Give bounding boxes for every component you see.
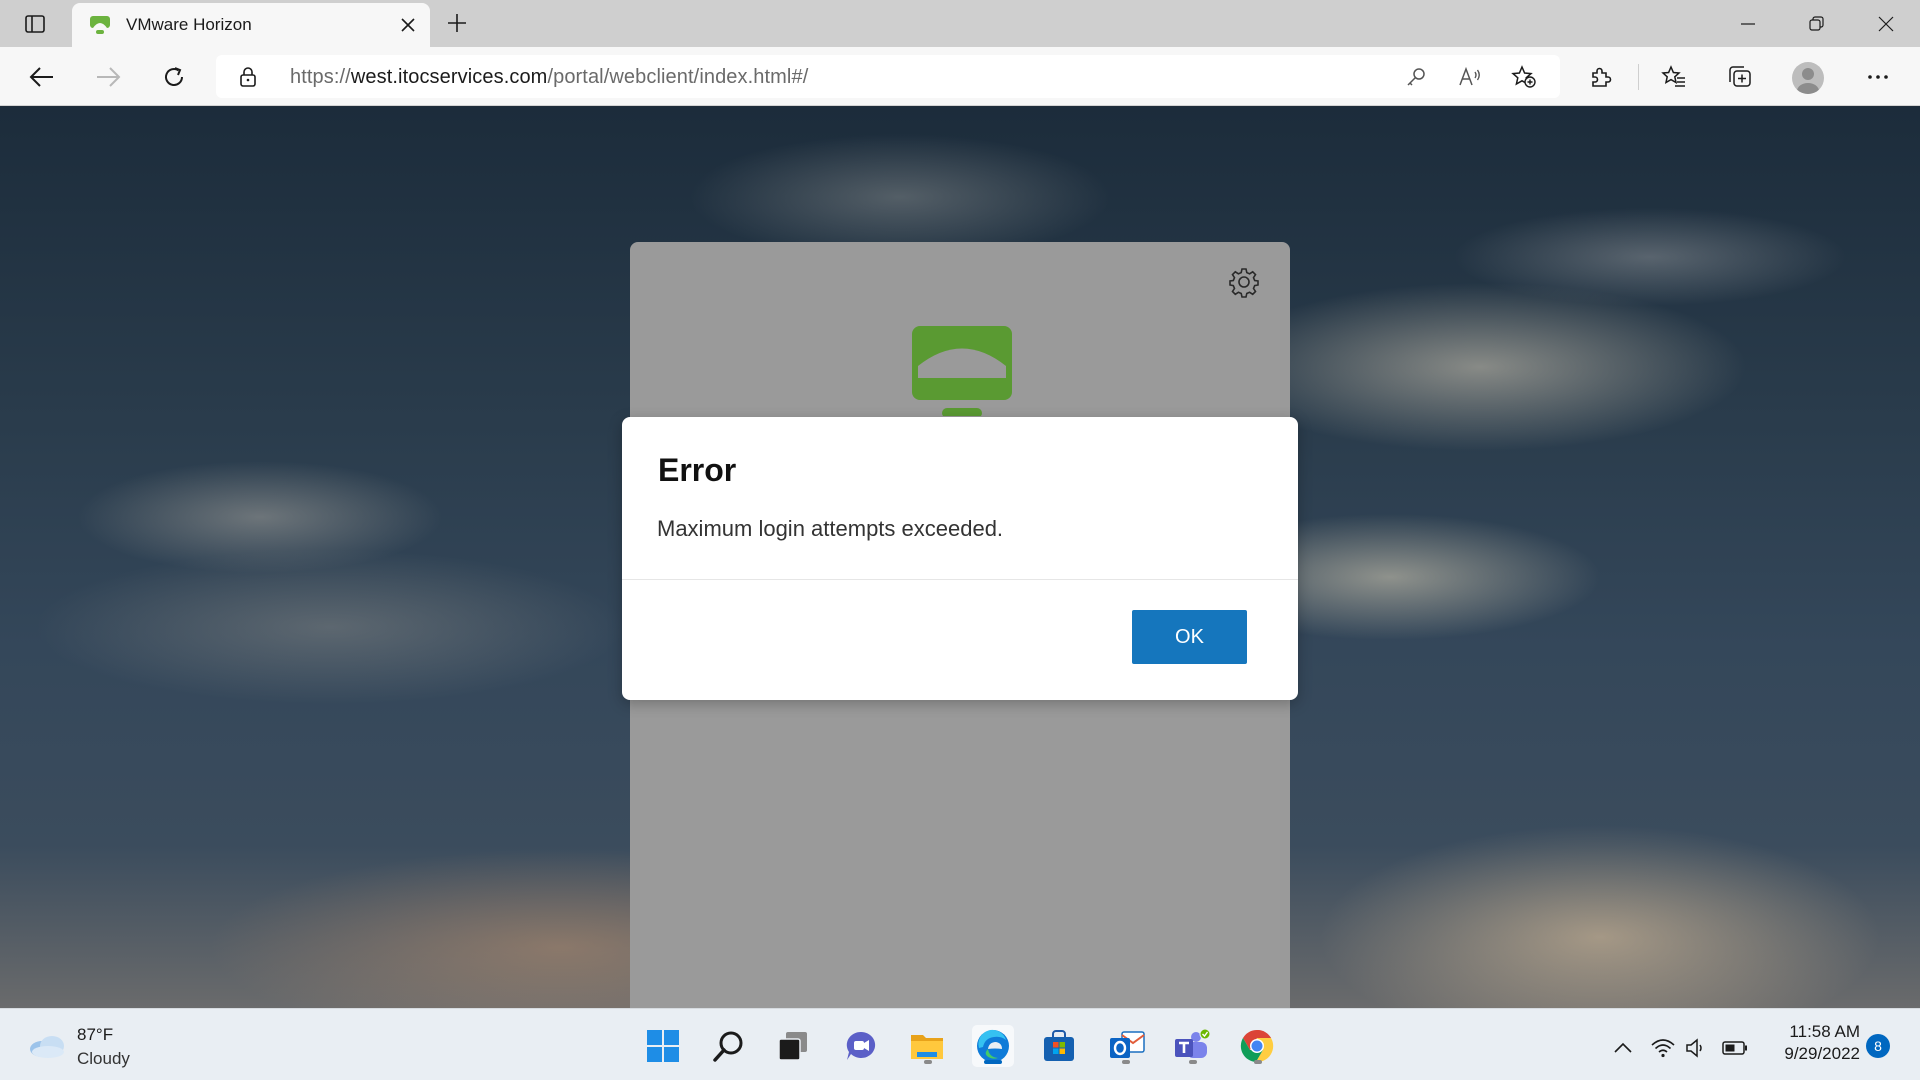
vmware-horizon-favicon [90,16,110,34]
toolbar-separator [1638,64,1639,90]
show-hidden-icons-chevron-up-icon[interactable] [1610,1036,1636,1060]
tab-title: VMware Horizon [126,15,252,34]
browser-toolbar: https://west.itocservices.com/portal/web… [0,47,1920,106]
tab-actions-icon [25,15,45,33]
back-arrow-icon[interactable] [26,61,58,93]
cloudy-weather-icon [30,1036,64,1058]
windows-taskbar: 87°F Cloudy 11:58 AM 9/29/2022 8 [0,1008,1920,1080]
chrome-running-indicator [1254,1060,1262,1064]
minimize-icon[interactable] [1728,8,1768,40]
edge-active-indicator [984,1060,1002,1064]
wifi-icon[interactable] [1650,1036,1676,1060]
url-path: /portal/webclient/index.html#/ [547,66,809,88]
favorites-icon[interactable] [1658,61,1690,93]
start-windows-icon[interactable] [642,1025,684,1067]
dialog-title: Error [658,452,737,488]
weather-temperature: 87°F [77,1025,114,1044]
ok-button[interactable]: OK [1132,610,1247,664]
close-window-icon[interactable] [1866,8,1906,40]
weather-widget[interactable]: 87°F Cloudy [28,1023,188,1071]
search-icon[interactable] [708,1025,750,1067]
file-explorer-running-indicator [924,1060,932,1064]
task-view-icon[interactable] [772,1025,814,1067]
lock-icon[interactable] [238,67,258,87]
url-host: west.itocservices.com [350,66,548,88]
chat-icon[interactable] [840,1025,882,1067]
collections-icon[interactable] [1724,61,1756,93]
restore-icon[interactable] [1796,8,1836,40]
browser-tab-vmware-horizon[interactable]: VMware Horizon [72,3,430,47]
microsoft-store-icon[interactable] [1038,1025,1080,1067]
new-tab-plus-icon[interactable] [443,9,471,37]
teams-running-indicator [1189,1060,1197,1064]
dialog-divider [622,579,1298,580]
more-options-icon[interactable] [1862,61,1894,93]
read-aloud-icon[interactable] [1456,65,1484,89]
tab-strip: VMware Horizon [0,0,1920,47]
outlook-running-indicator [1122,1060,1130,1064]
url-text[interactable]: https://west.itocservices.com/portal/web… [290,66,808,89]
add-favorite-icon[interactable] [1510,65,1538,89]
vmware-horizon-logo [912,326,1012,416]
refresh-icon[interactable] [158,61,190,93]
address-bar[interactable]: https://west.itocservices.com/portal/web… [216,55,1560,98]
error-dialog: Error Maximum login attempts exceeded. O… [622,417,1298,700]
notification-count-badge[interactable]: 8 [1866,1034,1890,1058]
password-key-icon[interactable] [1402,65,1430,89]
url-prefix: https:// [290,66,351,88]
settings-gear-icon[interactable] [1226,264,1262,300]
clock-date: 9/29/2022 [1784,1044,1860,1063]
forward-arrow-icon[interactable] [92,61,124,93]
tab-actions-button[interactable] [14,8,56,40]
clock-time: 11:58 AM [1789,1022,1860,1041]
profile-avatar[interactable] [1792,62,1824,94]
dialog-message: Maximum login attempts exceeded. [657,516,1004,541]
tab-close-icon[interactable] [396,13,420,37]
weather-condition: Cloudy [77,1049,130,1068]
system-clock[interactable]: 11:58 AM 9/29/2022 [1764,1021,1860,1065]
volume-speaker-icon[interactable] [1684,1036,1710,1060]
extensions-puzzle-icon[interactable] [1585,61,1617,93]
battery-icon[interactable] [1722,1036,1748,1060]
